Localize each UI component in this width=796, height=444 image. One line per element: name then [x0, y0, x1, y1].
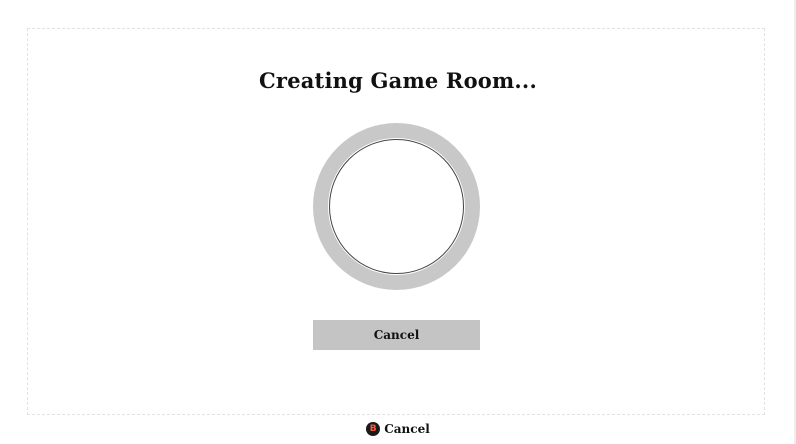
cancel-button[interactable]: Cancel: [313, 320, 480, 350]
loading-ring-icon: [313, 123, 480, 290]
cancel-button-label: Cancel: [373, 328, 420, 342]
footer-cancel-label: Cancel: [384, 422, 430, 436]
dialog-title: Creating Game Room...: [259, 68, 537, 93]
footer-cancel-hint[interactable]: B Cancel: [0, 422, 796, 436]
b-button-icon: B: [366, 422, 381, 436]
